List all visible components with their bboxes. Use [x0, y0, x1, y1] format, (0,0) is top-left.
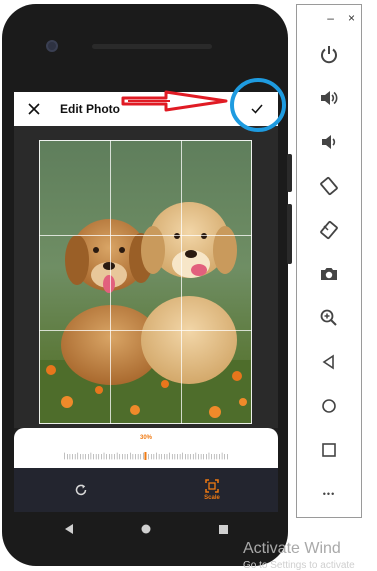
- earpiece-speaker: [92, 44, 212, 49]
- volume-down-button[interactable]: [315, 128, 343, 156]
- desktop: Edit Photo 30% Scale – × ••• Activate Wi…: [0, 0, 377, 571]
- zoom-icon: [320, 309, 337, 326]
- scale-ruler-slider[interactable]: [22, 452, 270, 460]
- front-camera: [46, 40, 58, 52]
- nav-home-button[interactable]: [139, 522, 153, 536]
- recents-square-icon: [218, 524, 228, 534]
- home-icon: [322, 399, 336, 413]
- phone-screen: Edit Photo 30% Scale: [14, 76, 278, 546]
- volume-up-button[interactable]: [315, 84, 343, 112]
- rotate-right-button[interactable]: [315, 216, 343, 244]
- rotate-left-icon: [320, 176, 338, 196]
- windows-activation-subtext: Go to Settings to activate: [243, 560, 355, 571]
- scale-slider-panel: 30%: [14, 428, 278, 468]
- windows-activation-watermark: Activate Wind: [243, 540, 341, 557]
- nav-recents-button[interactable]: [216, 522, 230, 536]
- close-window-button[interactable]: ×: [348, 12, 355, 24]
- home-circle-icon: [141, 524, 151, 534]
- rotate-right-icon: [320, 220, 338, 240]
- back-button[interactable]: [315, 348, 343, 376]
- check-icon: [251, 104, 263, 114]
- volume-down-icon: [322, 135, 336, 149]
- screenshot-button[interactable]: [315, 260, 343, 288]
- overview-icon: [322, 443, 336, 457]
- phone-volume-button: [287, 204, 292, 264]
- emulator-control-panel: – × •••: [296, 4, 362, 518]
- phone-frame: Edit Photo 30% Scale: [2, 4, 292, 566]
- camera-icon: [321, 268, 337, 280]
- more-button[interactable]: •••: [315, 480, 343, 508]
- minimize-button[interactable]: –: [327, 12, 334, 24]
- rotate-left-button[interactable]: [315, 172, 343, 200]
- home-button[interactable]: [315, 392, 343, 420]
- power-icon: [321, 46, 337, 64]
- scale-slider-thumb[interactable]: [144, 452, 147, 460]
- scale-percent-label: 30%: [139, 435, 152, 441]
- crop-scale-icon: [205, 479, 219, 493]
- volume-up-icon: [321, 91, 338, 105]
- zoom-button[interactable]: [315, 304, 343, 332]
- rotate-icon: [75, 484, 87, 496]
- page-title: Edit Photo: [60, 102, 120, 116]
- crop-frame[interactable]: [39, 140, 252, 424]
- close-icon: [28, 103, 40, 115]
- edit-toolbar: Scale: [14, 468, 278, 512]
- rotate-button[interactable]: [61, 472, 101, 508]
- status-bar: [14, 76, 278, 92]
- phone-power-button: [287, 154, 292, 192]
- overview-button[interactable]: [315, 436, 343, 464]
- power-button[interactable]: [315, 40, 343, 68]
- photo-editor-canvas[interactable]: [14, 126, 278, 428]
- back-icon: [322, 354, 334, 370]
- nav-back-button[interactable]: [62, 522, 76, 536]
- scale-tool-button[interactable]: Scale: [192, 472, 232, 508]
- confirm-button[interactable]: [244, 97, 270, 121]
- scale-tool-label: Scale: [204, 495, 220, 501]
- puppies-photo[interactable]: [39, 140, 252, 424]
- android-navigation-bar: [14, 512, 278, 546]
- back-triangle-icon: [64, 524, 73, 534]
- app-bar: Edit Photo: [14, 92, 278, 126]
- close-button[interactable]: [14, 92, 54, 126]
- emulator-window-controls: – ×: [297, 5, 361, 31]
